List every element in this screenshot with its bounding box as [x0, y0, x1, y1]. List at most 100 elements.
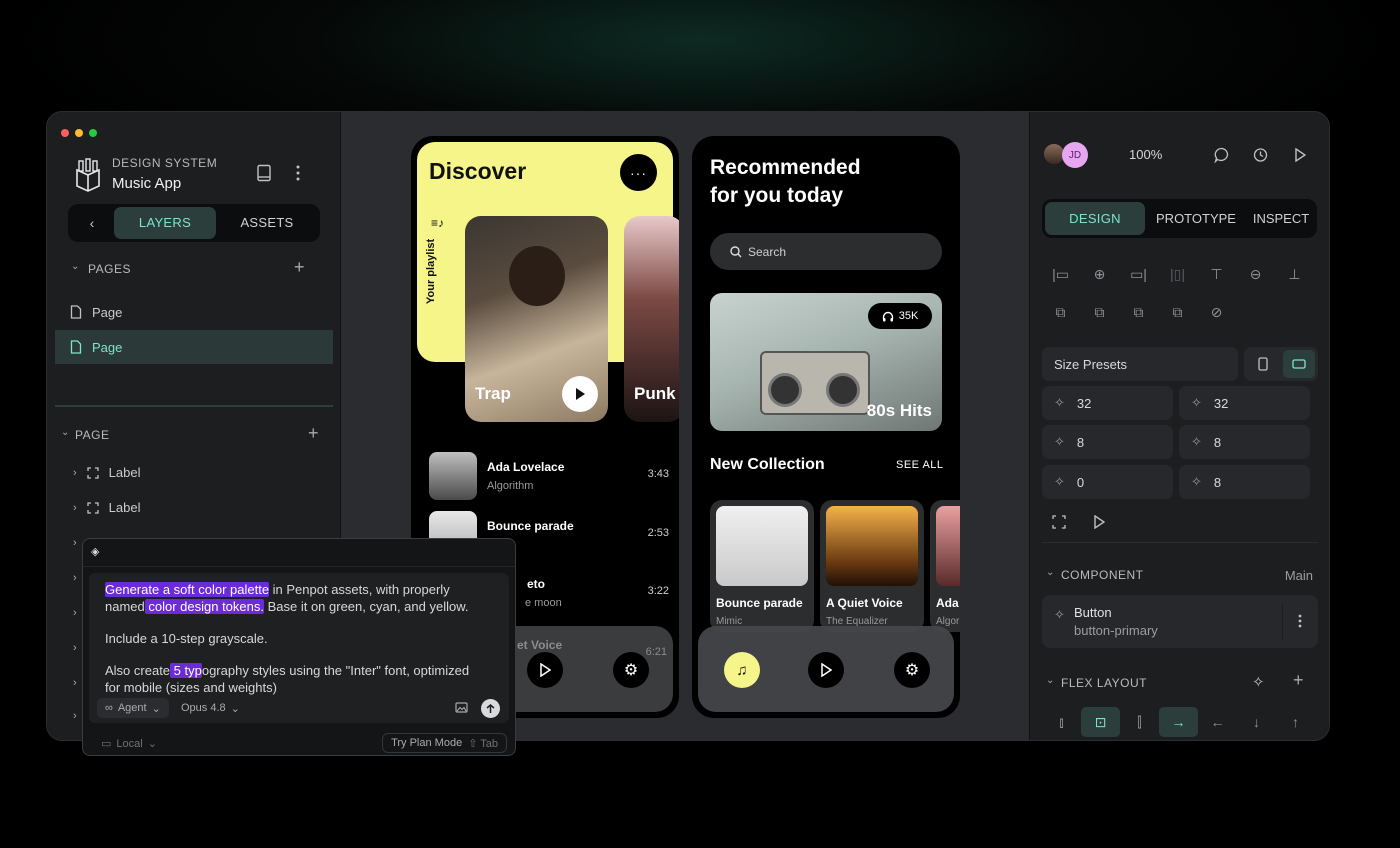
close-window-button[interactable] — [61, 129, 69, 137]
flex-align-end-icon[interactable]: ⫿ — [1120, 707, 1159, 737]
more-vertical-icon[interactable] — [295, 164, 301, 182]
hero-80s-card[interactable]: 35K 80s Hits — [710, 293, 942, 431]
add-page-icon[interactable]: + — [294, 257, 305, 278]
maximize-window-button[interactable] — [89, 129, 97, 137]
page-item-selected[interactable]: Page — [55, 330, 333, 364]
radius-field[interactable]: ✧ 8 — [1179, 465, 1310, 499]
direction-right-icon[interactable]: → — [1159, 707, 1198, 737]
align-right-icon[interactable]: ▭| — [1119, 259, 1158, 289]
zoom-level[interactable]: 100% — [1129, 147, 1162, 162]
boolean-union-icon[interactable]: ⧉ — [1041, 297, 1080, 327]
punk-card[interactable]: Punk — [624, 216, 679, 422]
component-header: COMPONENT — [1061, 568, 1144, 582]
see-all-link[interactable]: SEE ALL — [896, 459, 944, 471]
play-button[interactable] — [562, 376, 598, 412]
tab-assets[interactable]: ASSETS — [218, 207, 316, 239]
add-layer-icon[interactable]: + — [308, 423, 319, 444]
add-flex-icon[interactable]: + — [1293, 670, 1304, 691]
flatten-icon[interactable]: ⊘ — [1197, 297, 1236, 327]
page-item[interactable]: Page — [55, 295, 333, 329]
boolean-intersection-icon[interactable]: ⧉ — [1119, 297, 1158, 327]
align-bottom-icon[interactable]: ⊥ — [1275, 259, 1314, 289]
chevron-right-icon[interactable]: › — [73, 502, 77, 514]
chevron-right-icon[interactable]: › — [73, 537, 77, 549]
tab-prototype[interactable]: PROTOTYPE — [1150, 202, 1242, 235]
environment-dropdown[interactable]: ▭ Local ⌄ — [101, 737, 157, 751]
chevron-right-icon[interactable]: › — [73, 467, 77, 479]
ai-chat-panel[interactable]: ◈ Generate a soft color palette in Penpo… — [82, 538, 516, 756]
image-attach-icon[interactable] — [455, 702, 468, 713]
align-left-icon[interactable]: |▭ — [1041, 259, 1080, 289]
direction-down-icon[interactable]: ↓ — [1237, 707, 1276, 737]
album-card[interactable]: Ada Algor — [930, 500, 960, 632]
chevron-right-icon[interactable]: › — [73, 677, 77, 689]
sparkle-icon[interactable]: ✧ — [1252, 673, 1265, 691]
prompt-input[interactable]: Generate a soft color palette in Penpot … — [89, 573, 509, 723]
chevron-right-icon[interactable]: › — [73, 642, 77, 654]
settings-gear-icon[interactable]: ⚙ — [894, 652, 930, 688]
trap-card[interactable]: Trap — [465, 216, 608, 422]
chevron-down-icon[interactable]: ⌄ — [61, 427, 69, 438]
send-button[interactable] — [481, 699, 500, 718]
boolean-difference-icon[interactable]: ⧉ — [1080, 297, 1119, 327]
chevron-down-icon[interactable]: ⌄ — [1046, 675, 1054, 686]
portrait-icon[interactable] — [1248, 350, 1278, 378]
back-chevron-icon[interactable]: ‹ — [74, 207, 110, 239]
agent-mode-dropdown[interactable]: ∞ Agent ⌄ — [97, 698, 169, 718]
search-input[interactable]: Search — [710, 233, 942, 270]
layer-row[interactable]: › Label — [73, 500, 140, 515]
play-icon[interactable] — [1294, 148, 1306, 162]
width-field[interactable]: ✧ 32 — [1042, 386, 1173, 420]
tab-layers[interactable]: LAYERS — [114, 207, 216, 239]
music-note-icon[interactable]: ♫ — [724, 652, 760, 688]
height-field[interactable]: ✧ 32 — [1179, 386, 1310, 420]
divider[interactable] — [55, 405, 333, 407]
chevron-down-icon[interactable]: ⌄ — [1046, 567, 1054, 578]
x-field[interactable]: ✧ 8 — [1042, 425, 1173, 459]
tab-inspect[interactable]: INSPECT — [1246, 202, 1316, 235]
minimize-window-button[interactable] — [75, 129, 83, 137]
size-presets-dropdown[interactable]: Size Presets — [1042, 347, 1238, 381]
player-play-button[interactable] — [808, 652, 844, 688]
flex-align-start-icon[interactable]: ⫾ — [1042, 707, 1081, 737]
chevron-right-icon[interactable]: › — [73, 607, 77, 619]
tab-design[interactable]: DESIGN — [1045, 202, 1145, 235]
chevron-right-icon[interactable]: › — [73, 572, 77, 584]
component-card[interactable]: ✧ Button button-primary — [1042, 595, 1318, 648]
settings-gear-icon[interactable]: ⚙ — [613, 652, 649, 688]
y-field[interactable]: ✧ 8 — [1179, 425, 1310, 459]
distribute-h-icon[interactable]: |▯| — [1158, 259, 1197, 289]
avatar[interactable]: JD — [1062, 142, 1088, 168]
history-icon[interactable] — [1252, 147, 1268, 163]
model-dropdown[interactable]: Opus 4.8 ⌄ — [181, 698, 240, 718]
album-card[interactable]: A Quiet Voice The Equalizer — [820, 500, 924, 632]
prompt-highlight: 5 typ — [170, 663, 202, 678]
plan-mode-button[interactable]: Try Plan Mode ⇧ Tab — [382, 733, 507, 753]
track-row[interactable]: Ada Lovelace Algorithm 3:43 — [429, 452, 669, 502]
fit-content-icon[interactable] — [1052, 515, 1066, 529]
player-bar[interactable]: ♫ ⚙ — [698, 626, 954, 712]
align-top-icon[interactable]: ⊤ — [1197, 259, 1236, 289]
layer-row[interactable]: › Label — [73, 465, 140, 480]
flex-align-center-icon[interactable]: ⊡ — [1081, 707, 1120, 737]
chevron-right-icon[interactable]: › — [73, 710, 77, 722]
boolean-exclude-icon[interactable]: ⧉ — [1158, 297, 1197, 327]
project-name[interactable]: Music App — [112, 175, 181, 192]
direction-up-icon[interactable]: ↑ — [1276, 707, 1315, 737]
play-icon[interactable] — [1093, 515, 1105, 529]
landscape-icon[interactable] — [1283, 350, 1315, 378]
rotation-field[interactable]: ✧ 0 — [1042, 465, 1173, 499]
more-vertical-icon[interactable] — [1297, 613, 1303, 629]
book-icon[interactable] — [256, 164, 272, 182]
album-card[interactable]: Bounce parade Mimic — [710, 500, 814, 632]
album-cover — [826, 506, 918, 586]
comments-icon[interactable] — [1214, 147, 1230, 163]
direction-left-icon[interactable]: ← — [1198, 707, 1237, 737]
align-center-h-icon[interactable]: ⊕ — [1080, 259, 1119, 289]
chevron-down-icon[interactable]: ⌄ — [71, 261, 79, 272]
more-options-button[interactable]: ··· — [620, 154, 657, 191]
phone-recommended[interactable]: Recommended for you today Search 35K 80s… — [692, 136, 960, 718]
player-play-button[interactable] — [527, 652, 563, 688]
chat-header: ◈ — [83, 539, 515, 567]
align-center-v-icon[interactable]: ⊖ — [1236, 259, 1275, 289]
